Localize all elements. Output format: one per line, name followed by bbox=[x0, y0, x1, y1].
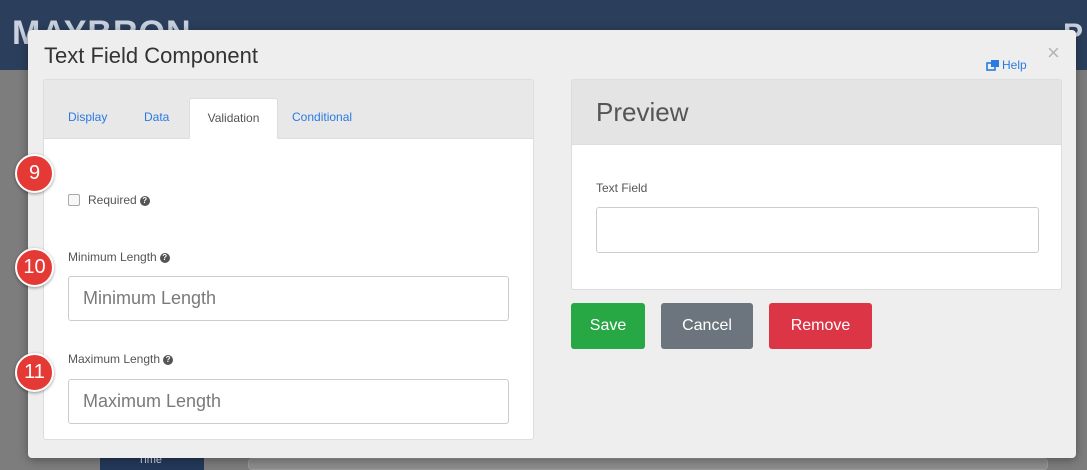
help-label: Help bbox=[1002, 58, 1027, 72]
question-circle-icon: ? bbox=[163, 354, 174, 365]
question-circle-icon: ? bbox=[159, 252, 170, 263]
required-label: Required? bbox=[88, 193, 150, 207]
app-content-bar bbox=[248, 458, 1048, 470]
text-field-component-dialog: Text Field Component Help × Display Data… bbox=[28, 30, 1076, 458]
max-length-label: Maximum Length? bbox=[68, 352, 174, 366]
tab-display[interactable]: Display bbox=[68, 98, 107, 139]
callout-badge-9: 9 bbox=[15, 154, 54, 193]
question-circle-icon: ? bbox=[139, 195, 150, 206]
tab-bar: Display Data Validation Conditional bbox=[44, 80, 533, 139]
callout-badge-11: 11 bbox=[15, 353, 54, 392]
preview-title: Preview bbox=[596, 97, 689, 127]
min-length-label: Minimum Length? bbox=[68, 250, 170, 264]
preview-panel: Preview Text Field bbox=[571, 79, 1062, 290]
tab-validation[interactable]: Validation bbox=[189, 98, 278, 139]
close-icon[interactable]: × bbox=[1047, 42, 1060, 64]
preview-text-field[interactable] bbox=[596, 207, 1039, 253]
help-link[interactable]: Help bbox=[986, 58, 1027, 72]
preview-field-label: Text Field bbox=[596, 181, 648, 195]
tab-conditional[interactable]: Conditional bbox=[292, 98, 352, 139]
required-checkbox[interactable] bbox=[68, 194, 80, 206]
editor-panel: Display Data Validation Conditional Requ… bbox=[43, 79, 534, 440]
remove-button[interactable]: Remove bbox=[769, 303, 872, 349]
save-button[interactable]: Save bbox=[571, 303, 645, 349]
callout-badge-10: 10 bbox=[15, 248, 54, 287]
tab-data[interactable]: Data bbox=[144, 98, 169, 139]
cancel-button[interactable]: Cancel bbox=[661, 303, 753, 349]
dialog-title: Text Field Component bbox=[44, 43, 258, 68]
preview-header: Preview bbox=[572, 80, 1061, 145]
required-row: Required? bbox=[68, 193, 150, 207]
max-length-input[interactable] bbox=[68, 379, 509, 424]
external-link-icon bbox=[986, 60, 999, 71]
min-length-input[interactable] bbox=[68, 276, 509, 321]
